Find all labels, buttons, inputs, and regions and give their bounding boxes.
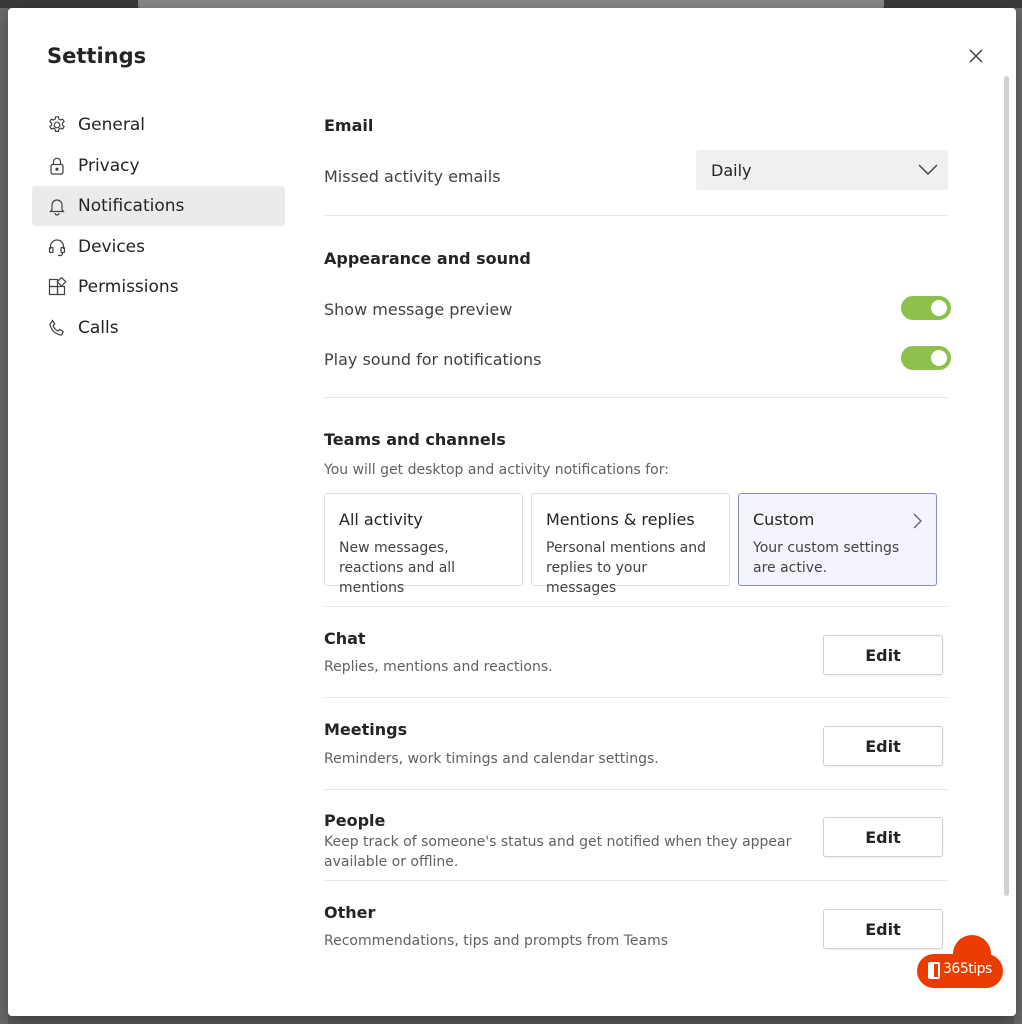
watermark-logo: 365tips [916,934,1004,990]
other-section-title: Other [324,903,376,922]
close-button[interactable] [964,44,988,68]
dialog-title: Settings [47,44,147,68]
option-description: Personal mentions and replies to your me… [546,540,706,596]
sidebar-item-label: General [78,115,145,135]
chevron-right-icon [913,513,922,529]
teams-section-title: Teams and channels [324,430,506,449]
chat-section-title: Chat [324,629,366,648]
option-title: Custom [753,510,815,529]
option-custom[interactable]: Custom Your custom settings are active. [738,493,937,586]
toggle-knob [931,350,947,366]
divider [324,397,948,398]
gear-icon [46,114,68,136]
sidebar-item-label: Calls [78,317,119,338]
other-description: Recommendations, tips and prompts from T… [324,933,668,949]
missed-activity-label: Missed activity emails [324,167,501,186]
people-section-title: People [324,811,386,830]
sidebar-item-label: Notifications [78,196,185,216]
play-sound-toggle[interactable] [901,346,951,370]
option-title: Mentions & replies [546,510,695,529]
chevron-down-icon [918,164,938,175]
option-mentions-replies[interactable]: Mentions & replies Personal mentions and… [531,493,730,596]
dropdown-value: Daily [711,160,752,180]
appearance-section-title: Appearance and sound [324,249,531,268]
play-sound-label: Play sound for notifications [324,350,542,369]
teams-description: You will get desktop and activity notifi… [324,462,669,478]
option-all-activity[interactable]: All activity New messages, reactions and… [324,493,523,596]
sidebar-item-label: Privacy [78,155,140,176]
message-preview-label: Show message preview [324,300,513,319]
sidebar-item-devices[interactable]: Devices [32,227,285,267]
lock-icon [46,155,68,177]
meetings-description: Reminders, work timings and calendar set… [324,751,659,767]
sidebar-item-notifications[interactable]: Notifications [32,186,285,226]
divider [324,880,948,881]
notifications-panel: Email Missed activity emails Daily Appea… [324,8,954,1016]
missed-activity-dropdown[interactable]: Daily [696,150,948,190]
headset-icon [46,236,68,258]
chat-description: Replies, mentions and reactions. [324,659,553,675]
phone-icon [46,317,68,339]
sidebar-item-permissions[interactable]: Permissions [32,267,285,307]
toggle-knob [931,300,947,316]
scrollbar[interactable] [1002,76,1010,896]
app-backdrop-left [0,8,8,1024]
option-description: New messages, reactions and all mentions [339,540,456,596]
settings-sidebar: General Privacy Notifications Devices Pe… [32,105,285,348]
chat-edit-button[interactable]: Edit [823,635,943,675]
divider [324,789,948,790]
divider [324,697,948,698]
message-preview-toggle[interactable] [901,296,951,320]
sidebar-item-general[interactable]: General [32,105,285,145]
apps-icon [46,276,68,298]
divider [324,606,948,607]
meetings-edit-button[interactable]: Edit [823,726,943,766]
scrollbar-thumb[interactable] [1004,76,1009,896]
people-description: Keep track of someone's status and get n… [324,834,792,870]
people-edit-button[interactable]: Edit [823,817,943,857]
app-search-box [138,0,884,8]
settings-dialog: Settings General Privacy Notifications D… [8,8,1016,1016]
option-description: Your custom settings are active. [753,540,900,576]
meetings-section-title: Meetings [324,720,408,739]
divider [324,215,948,216]
sidebar-item-label: Devices [78,236,145,257]
close-icon [969,49,983,63]
watermark-text: 365tips [943,961,992,977]
bell-icon [46,195,68,217]
sidebar-item-privacy[interactable]: Privacy [32,146,285,186]
email-section-title: Email [324,116,374,135]
option-title: All activity [339,510,423,529]
sidebar-item-label: Permissions [78,277,179,297]
sidebar-item-calls[interactable]: Calls [32,308,285,348]
